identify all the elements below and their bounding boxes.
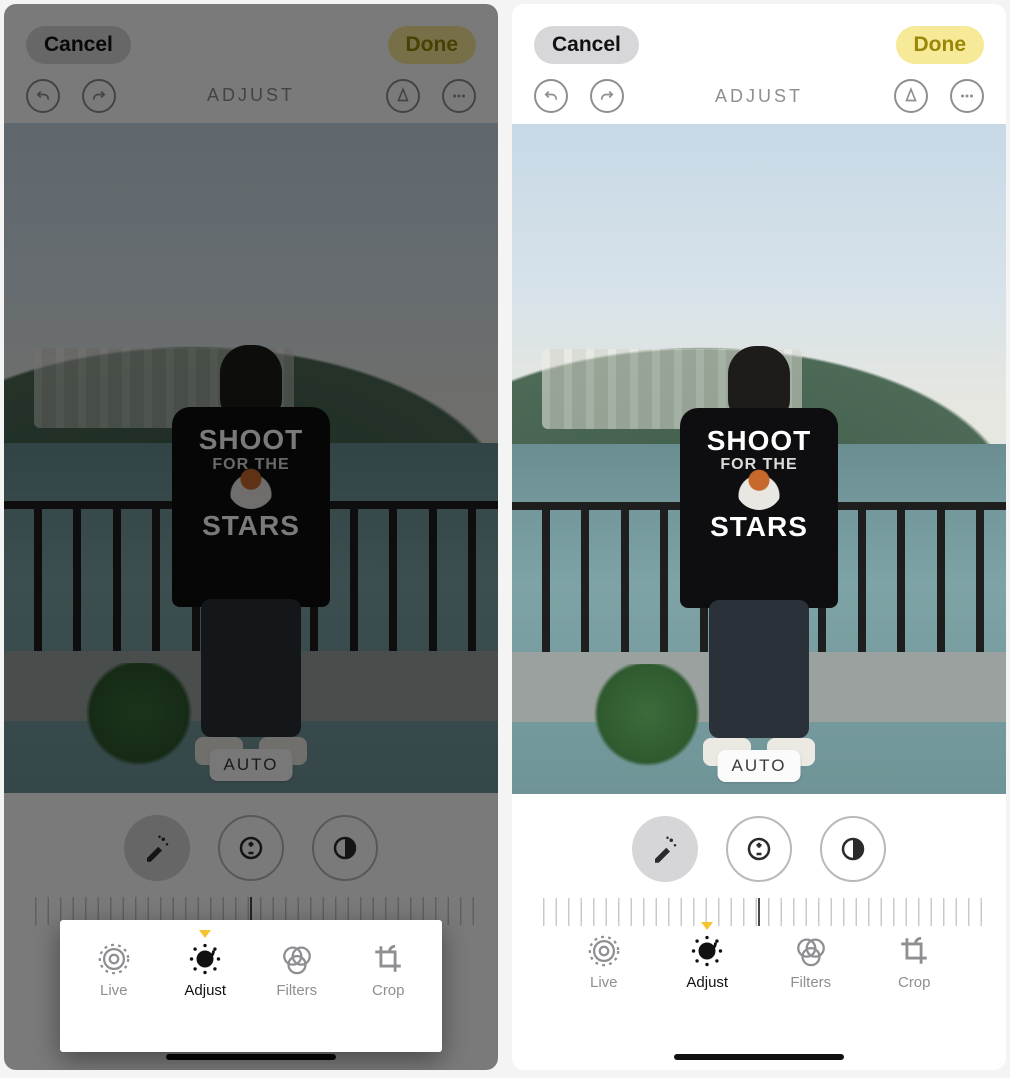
top-bar: Cancel Done — [512, 4, 1006, 74]
auto-badge[interactable]: AUTO — [718, 750, 801, 782]
screenshot-right: Cancel Done ADJUST — [512, 4, 1006, 1070]
tab-adjust[interactable]: Adjust — [166, 942, 244, 999]
mode-title: ADJUST — [207, 85, 295, 106]
edit-sub-bar: ADJUST — [512, 74, 1006, 124]
adjust-tools-row — [4, 793, 498, 889]
tab-filters[interactable]: Filters — [772, 934, 850, 991]
more-icon[interactable] — [442, 79, 476, 113]
tab-crop[interactable]: Crop — [875, 934, 953, 991]
top-bar: Cancel Done — [4, 4, 498, 74]
mode-title: ADJUST — [715, 86, 803, 107]
redo-icon[interactable] — [590, 79, 624, 113]
photo-preview[interactable]: SHOOT FOR THE STARS AUTO — [4, 123, 498, 793]
photo-preview-area: SHOOT FOR THE STARS AUTO — [4, 123, 498, 793]
tool-auto-enhance[interactable] — [124, 815, 190, 881]
done-button[interactable]: Done — [388, 26, 477, 64]
tool-auto-enhance[interactable] — [632, 816, 698, 882]
cancel-button[interactable]: Cancel — [26, 26, 131, 64]
home-indicator[interactable] — [674, 1054, 844, 1060]
tab-adjust[interactable]: Adjust — [668, 934, 746, 991]
markup-icon[interactable] — [894, 79, 928, 113]
photo-subject-person: SHOOT FOR THE STARS — [172, 345, 330, 765]
adjust-slider[interactable] — [512, 890, 1006, 934]
tab-label: Crop — [898, 974, 931, 991]
bottom-tabs: Live Adjust Filters Crop — [512, 934, 1006, 1027]
photo-subject-person: SHOOT FOR THE STARS — [680, 346, 838, 766]
tab-label: Live — [100, 982, 128, 999]
auto-badge[interactable]: AUTO — [210, 749, 293, 781]
screenshot-left: Cancel Done ADJUST — [4, 4, 498, 1070]
more-icon[interactable] — [950, 79, 984, 113]
active-indicator-icon — [701, 922, 713, 930]
tool-exposure[interactable] — [726, 816, 792, 882]
tool-brilliance[interactable] — [820, 816, 886, 882]
tab-label: Filters — [276, 982, 317, 999]
adjust-tools-row — [512, 794, 1006, 890]
tab-crop[interactable]: Crop — [349, 942, 427, 999]
cancel-button[interactable]: Cancel — [534, 26, 639, 64]
undo-icon[interactable] — [26, 79, 60, 113]
photo-preview-area: SHOOT FOR THE STARS AUTO — [512, 124, 1006, 794]
photo-preview[interactable]: SHOOT FOR THE STARS AUTO — [512, 124, 1006, 794]
tool-brilliance[interactable] — [312, 815, 378, 881]
tab-live[interactable]: Live — [75, 942, 153, 999]
done-button[interactable]: Done — [896, 26, 985, 64]
edit-sub-bar: ADJUST — [4, 74, 498, 123]
active-indicator-icon — [199, 930, 211, 938]
tool-exposure[interactable] — [218, 815, 284, 881]
markup-icon[interactable] — [386, 79, 420, 113]
tab-label: Live — [590, 974, 618, 991]
tab-label: Filters — [790, 974, 831, 991]
tab-label: Adjust — [686, 974, 728, 991]
redo-icon[interactable] — [82, 79, 116, 113]
undo-icon[interactable] — [534, 79, 568, 113]
tutorial-highlight-panel: Live Adjust Filters Crop — [60, 920, 442, 1052]
tab-label: Crop — [372, 982, 405, 999]
tab-filters[interactable]: Filters — [258, 942, 336, 999]
tab-live[interactable]: Live — [565, 934, 643, 991]
tab-label: Adjust — [184, 982, 226, 999]
home-indicator[interactable] — [166, 1054, 336, 1060]
